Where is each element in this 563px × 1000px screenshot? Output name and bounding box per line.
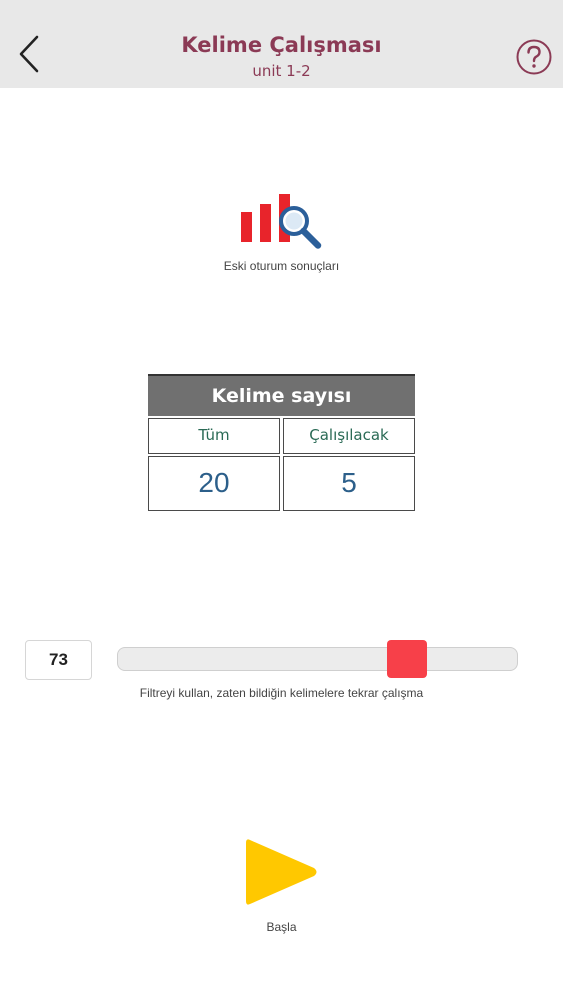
play-icon (246, 839, 317, 905)
start-button[interactable] (244, 834, 320, 910)
filter-slider-track[interactable] (117, 647, 518, 671)
question-circle-icon (516, 39, 552, 75)
filter-slider-thumb[interactable] (386, 640, 427, 678)
value-all: 20 (148, 456, 280, 511)
page-subtitle: unit 1-2 (252, 62, 311, 80)
help-button[interactable] (515, 38, 553, 76)
word-count-table: Kelime sayısı Tüm Çalışılacak 20 5 (148, 374, 415, 511)
session-results-button[interactable] (238, 190, 328, 252)
filter-hint: Filtreyi kullan, zaten bildiğin kelimele… (139, 686, 424, 700)
bar-chart-search-icon (241, 194, 322, 249)
session-results-label: Eski oturum sonuçları (223, 259, 340, 273)
start-label: Başla (266, 920, 297, 934)
word-count-header: Kelime sayısı (148, 374, 415, 416)
column-header-all: Tüm (148, 418, 280, 454)
top-bar: Kelime Çalışması unit 1-2 (0, 0, 563, 88)
column-header-to-study: Çalışılacak (283, 418, 415, 454)
page-title: Kelime Çalışması (181, 33, 382, 57)
value-to-study: 5 (283, 456, 415, 511)
filter-value-field[interactable]: 73 (25, 640, 92, 680)
